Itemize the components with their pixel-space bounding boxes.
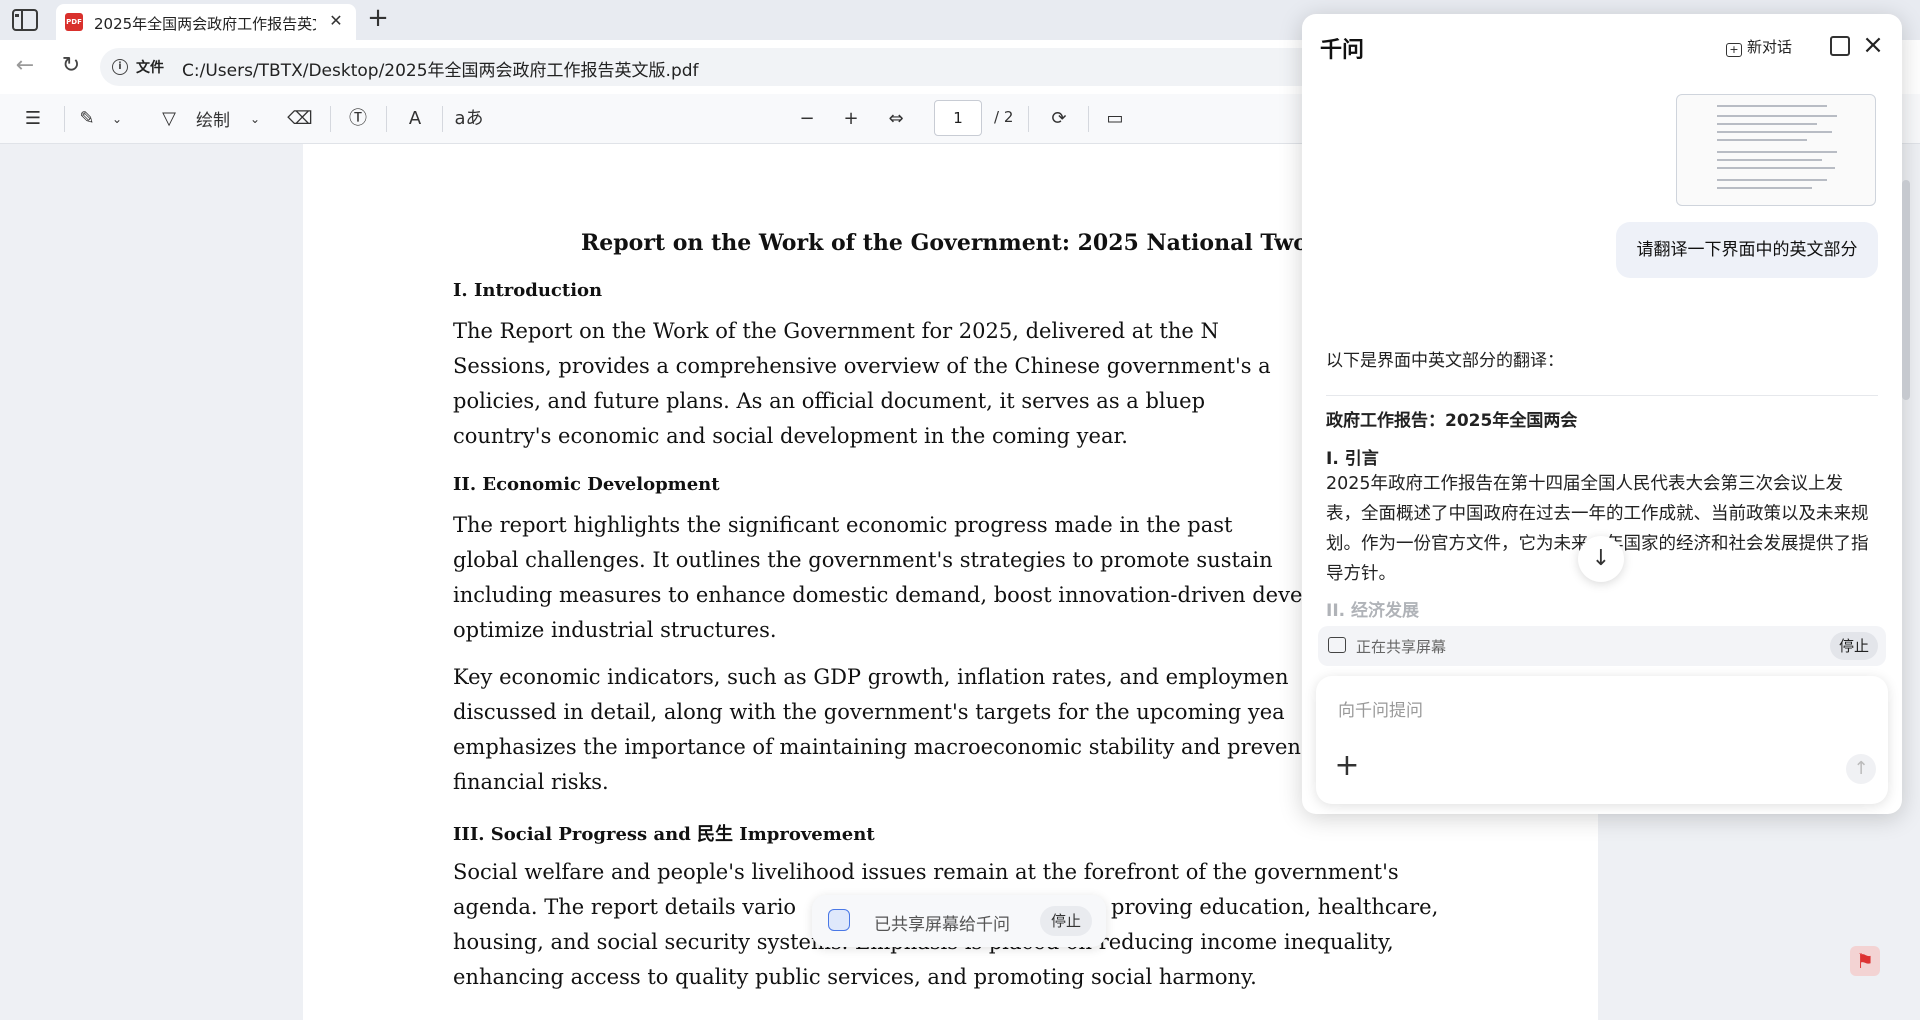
add-attachment-icon[interactable]: + xyxy=(1332,751,1362,782)
doc-heading: I. Introduction xyxy=(453,280,603,301)
highlighter-chevron-down-icon[interactable]: ⌄ xyxy=(108,104,126,134)
page-total: / 2 xyxy=(994,108,1014,126)
new-chat-icon: + xyxy=(1726,43,1742,57)
close-icon[interactable]: × xyxy=(1860,32,1886,58)
screenshot-thumbnail[interactable] xyxy=(1676,94,1876,206)
back-arrow-icon[interactable]: ← xyxy=(12,53,38,79)
screen-share-text: 已共享屏幕给千问 xyxy=(874,915,1010,935)
toolbar-divider xyxy=(330,106,331,132)
send-arrow-icon[interactable]: ↑ xyxy=(1846,754,1876,784)
sharing-status-text: 正在共享屏幕 xyxy=(1356,638,1447,656)
contents-list-icon[interactable]: ☰ xyxy=(18,104,48,134)
toolbar-divider xyxy=(1028,106,1029,132)
toolbar-divider xyxy=(442,106,443,132)
screen-share-icon xyxy=(828,909,850,931)
draw-label[interactable]: 绘制 xyxy=(196,106,230,131)
fit-width-icon[interactable]: ⇔ xyxy=(880,104,912,134)
panel-title: 千问 xyxy=(1320,38,1365,63)
panel-scrollbar[interactable] xyxy=(1902,180,1910,400)
page-view-icon[interactable]: ▭ xyxy=(1100,104,1130,134)
chat-input[interactable]: 向千问提问 xyxy=(1338,696,1423,721)
toolbar-divider xyxy=(386,106,387,132)
new-chat-button[interactable]: + 新对话 xyxy=(1726,36,1792,57)
user-message: 请翻译一下界面中的英文部分 xyxy=(1616,222,1878,278)
stop-share-button[interactable]: 停止 xyxy=(1040,906,1092,936)
url-scheme-label: 文件 xyxy=(136,60,164,76)
doc-heading: III. Social Progress and 民生 Improvement xyxy=(453,824,875,845)
pdf-icon: PDF xyxy=(65,13,83,31)
answer-heading-faded: II. 经济发展 xyxy=(1326,601,1420,621)
sidebar-toggle-icon[interactable] xyxy=(12,9,38,31)
toolbar-divider xyxy=(1088,106,1089,132)
draw-pen-icon[interactable]: ▽ xyxy=(156,104,182,134)
expand-icon[interactable] xyxy=(1830,36,1850,56)
acrobat-icon[interactable]: ⚑ xyxy=(1850,946,1880,976)
new-chat-label: 新对话 xyxy=(1747,38,1793,56)
url-field[interactable]: i 文件 C:/Users/TBTX/Desktop/2025年全国两会政府工作… xyxy=(100,48,1340,86)
answer-divider xyxy=(1326,395,1878,396)
draw-chevron-down-icon[interactable]: ⌄ xyxy=(246,104,264,134)
qianwen-chat-panel: 千问 + 新对话 × 请翻译一下界面中的英文部分 以下是界面中英文部分的翻译： 政… xyxy=(1302,14,1902,814)
translate-icon[interactable]: aあ xyxy=(454,104,484,134)
rotate-icon[interactable]: ⟳ xyxy=(1044,104,1074,134)
doc-heading: II. Economic Development xyxy=(453,474,720,495)
scroll-down-arrow-icon[interactable]: ↓ xyxy=(1578,536,1624,582)
answer-heading: I. 引言 xyxy=(1326,449,1379,469)
answer-intro: 以下是界面中英文部分的翻译： xyxy=(1326,351,1564,371)
toolbar-divider xyxy=(64,106,65,132)
screen-share-icon xyxy=(1328,637,1346,653)
zoom-in-icon[interactable]: + xyxy=(836,104,866,134)
read-aloud-icon[interactable]: A xyxy=(400,104,430,134)
doc-title: Report on the Work of the Government: 20… xyxy=(581,230,1422,256)
doc-line: Social welfare and people's livelihood i… xyxy=(453,860,1399,884)
page-number-input[interactable]: 1 xyxy=(934,100,982,136)
sharing-stop-button[interactable]: 停止 xyxy=(1830,632,1878,660)
doc-line: enhancing access to quality public servi… xyxy=(453,965,1257,989)
eraser-icon[interactable]: ⌫ xyxy=(286,104,314,134)
zoom-out-icon[interactable]: − xyxy=(792,104,822,134)
info-icon[interactable]: i xyxy=(112,59,128,75)
sharing-status-bar: 正在共享屏幕 停止 xyxy=(1318,626,1886,666)
chat-input-box[interactable]: 向千问提问 + ↑ xyxy=(1316,676,1888,804)
highlighter-icon[interactable]: ✎ xyxy=(74,104,100,134)
tab-close-icon[interactable]: ✕ xyxy=(326,11,346,31)
answer-title: 政府工作报告：2025年全国两会 xyxy=(1326,411,1578,431)
text-box-icon[interactable]: Ⓣ xyxy=(344,104,372,134)
tab-title: 2025年全国两会政府工作报告英文版 xyxy=(94,15,316,33)
new-tab-button[interactable]: + xyxy=(365,5,391,32)
doc-line-tail: proving education, healthcare, xyxy=(1111,895,1439,919)
reload-icon[interactable]: ↻ xyxy=(58,53,84,79)
url-text[interactable]: C:/Users/TBTX/Desktop/2025年全国两会政府工作报告英文版… xyxy=(182,56,699,81)
tab-active[interactable]: PDF 2025年全国两会政府工作报告英文版 ✕ xyxy=(56,4,356,40)
screen-share-toast: 已共享屏幕给千问 停止 xyxy=(812,895,1106,947)
